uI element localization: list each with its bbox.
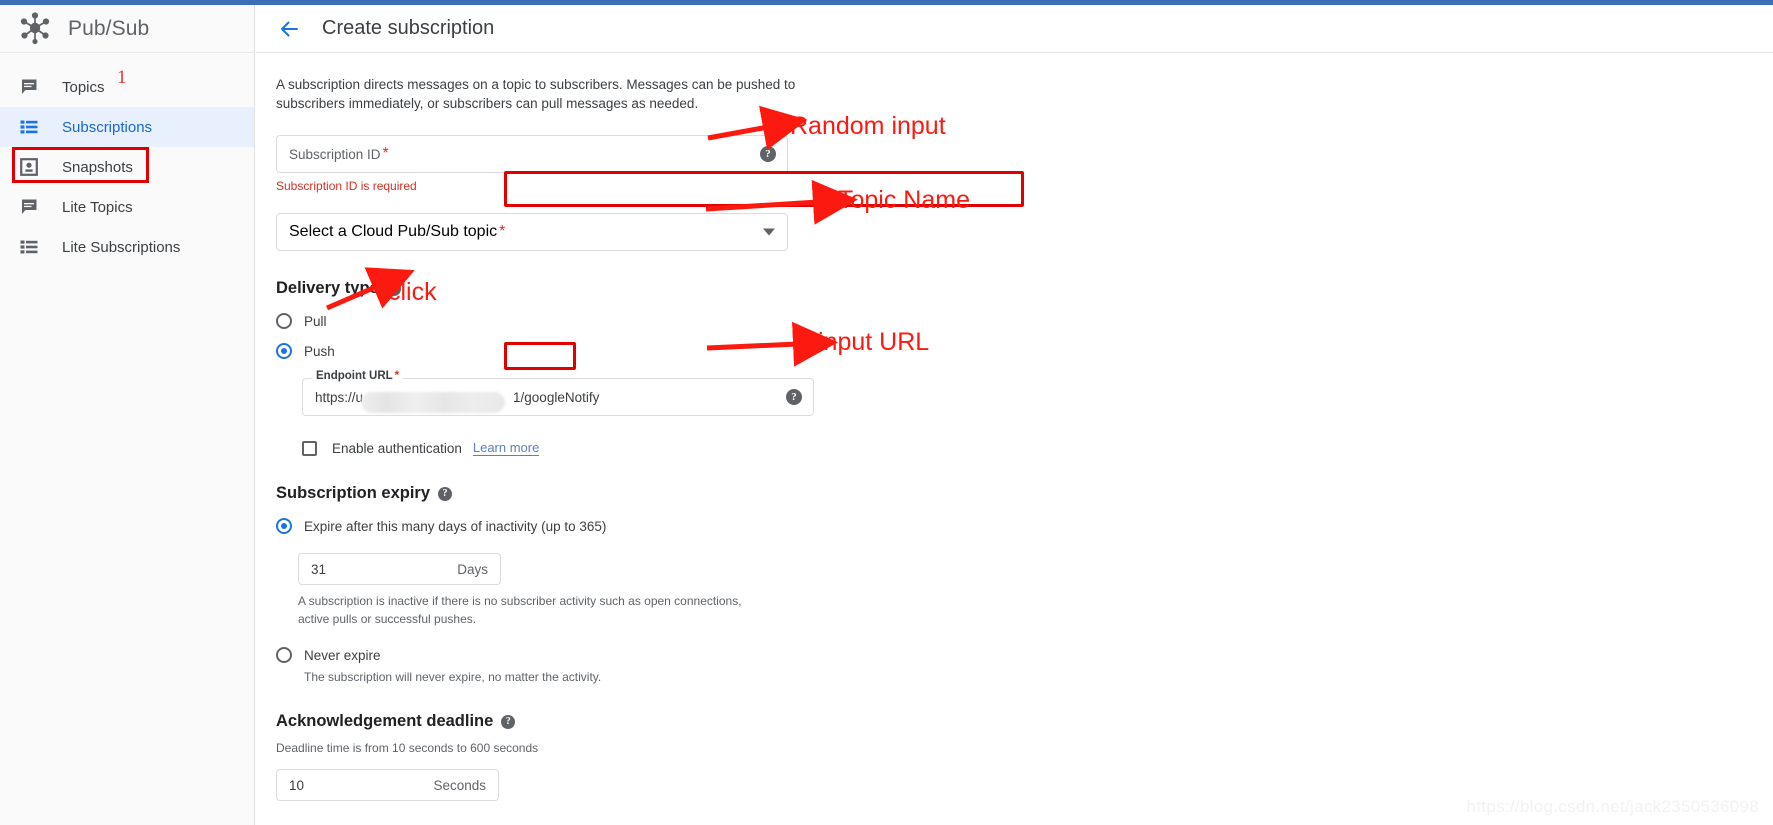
expiry-days-helper: A subscription is inactive if there is n… [298, 594, 742, 626]
radio-delivery-push[interactable]: Push [276, 338, 1773, 364]
ack-deadline-input[interactable]: 10 Seconds [276, 769, 499, 802]
pubsub-logo-icon [16, 10, 54, 48]
subscription-id-input[interactable]: Subscription ID * ? [276, 135, 788, 174]
endpoint-url-input[interactable]: https://u 1/googleNotify ? [302, 378, 814, 417]
list-icon [18, 116, 40, 138]
radio-label: Expire after this many days of inactivit… [304, 518, 607, 534]
ack-deadline-heading-label: Acknowledgement deadline [276, 712, 494, 731]
page-header: Create subscription [256, 5, 1773, 53]
help-icon[interactable]: ? [786, 389, 802, 406]
annotation-step-number: 1 [117, 67, 127, 88]
form-content: A subscription directs messages on a top… [256, 53, 1773, 802]
learn-more-link[interactable]: Learn more [472, 440, 540, 457]
endpoint-url-label-text: Endpoint URL [316, 370, 393, 383]
ack-deadline-unit: Seconds [433, 777, 486, 793]
radio-circle-icon [276, 518, 292, 535]
ack-deadline-heading: Acknowledgement deadline ? [276, 712, 1773, 731]
enable-authentication-label: Enable authentication [332, 440, 462, 456]
radio-label: Push [304, 343, 335, 359]
chat-bubble-icon [18, 196, 40, 218]
radio-label: Never expire [304, 647, 381, 663]
radio-expire-after-days[interactable]: Expire after this many days of inactivit… [276, 513, 1773, 539]
sidebar-item-label: Subscriptions [62, 118, 153, 136]
required-marker: * [394, 370, 400, 383]
radio-label: Pull [304, 313, 327, 329]
sidebar-item-label: Lite Subscriptions [62, 238, 181, 256]
sidebar-item-lite-subscriptions[interactable]: Lite Subscriptions [0, 227, 254, 267]
endpoint-url-suffix: 1/googleNotify [513, 389, 600, 405]
ack-deadline-helper: Deadline time is from 10 seconds to 600 … [276, 741, 539, 756]
delivery-type-heading-label: Delivery type [276, 279, 379, 298]
help-icon[interactable]: ? [386, 281, 401, 296]
page-title: Create subscription [322, 17, 495, 39]
radio-never-expire[interactable]: Never expire [276, 642, 1773, 668]
sidebar: Pub/Sub Topics Subscriptions Snapshots L… [0, 5, 255, 825]
help-icon[interactable]: ? [760, 146, 776, 163]
sidebar-item-subscriptions[interactable]: Subscriptions [0, 107, 254, 147]
radio-circle-icon [276, 647, 292, 664]
list-icon [18, 236, 40, 258]
sidebar-item-snapshots[interactable]: Snapshots [0, 147, 254, 187]
enable-authentication-checkbox[interactable] [302, 440, 317, 456]
subscription-id-error: Subscription ID is required [276, 179, 417, 194]
endpoint-url-field[interactable]: Endpoint URL * https://u 1/googleNotify ? [302, 370, 814, 417]
never-expire-helper: The subscription will never expire, no m… [304, 670, 602, 685]
app-root: Pub/Sub Topics Subscriptions Snapshots L… [0, 0, 1773, 825]
sidebar-item-label: Snapshots [62, 158, 133, 176]
radio-circle-icon [276, 313, 292, 330]
back-arrow-icon[interactable] [276, 16, 302, 42]
endpoint-url-prefix: https://u [315, 389, 364, 405]
sidebar-item-lite-topics[interactable]: Lite Topics [0, 187, 254, 227]
radio-delivery-pull[interactable]: Pull [276, 308, 1773, 334]
expiry-days-unit: Days [457, 561, 488, 577]
radio-circle-icon [276, 343, 292, 360]
sidebar-item-label: Lite Topics [62, 198, 133, 216]
help-icon[interactable]: ? [438, 486, 453, 501]
sidebar-item-label: Topics [62, 78, 105, 96]
main-panel: Create subscription A subscription direc… [256, 5, 1773, 825]
topic-select[interactable]: Select a Cloud Pub/Sub topic * [276, 213, 788, 252]
delivery-type-heading: Delivery type ? [276, 279, 1773, 298]
snapshot-icon [18, 156, 40, 178]
subscription-id-placeholder: Subscription ID [289, 146, 381, 162]
sidebar-nav: Topics Subscriptions Snapshots Lite Topi… [0, 53, 254, 267]
sidebar-header: Pub/Sub [0, 5, 254, 53]
watermark: https://blog.csdn.net/jack2350536098 [1466, 797, 1759, 816]
redaction-overlay [361, 391, 505, 413]
chat-bubble-icon [18, 76, 40, 98]
expiry-days-value: 31 [311, 561, 327, 577]
enable-authentication-row[interactable]: Enable authentication Learn more [302, 440, 1773, 457]
intro-text: A subscription directs messages on a top… [276, 77, 796, 112]
required-marker: * [382, 145, 389, 163]
required-marker: * [499, 223, 506, 241]
help-icon[interactable]: ? [501, 714, 516, 729]
subscription-expiry-heading: Subscription expiry ? [276, 484, 1773, 503]
product-title: Pub/Sub [68, 16, 150, 40]
subscription-expiry-heading-label: Subscription expiry [276, 484, 431, 503]
chevron-down-icon[interactable] [763, 228, 775, 236]
topic-select-placeholder: Select a Cloud Pub/Sub topic [289, 223, 498, 241]
sidebar-item-topics[interactable]: Topics [0, 67, 254, 107]
ack-deadline-value: 10 [289, 777, 305, 793]
endpoint-url-label: Endpoint URL * [312, 370, 404, 383]
expiry-days-input[interactable]: 31 Days [298, 553, 501, 586]
endpoint-url-value: https://u 1/googleNotify [315, 389, 600, 413]
